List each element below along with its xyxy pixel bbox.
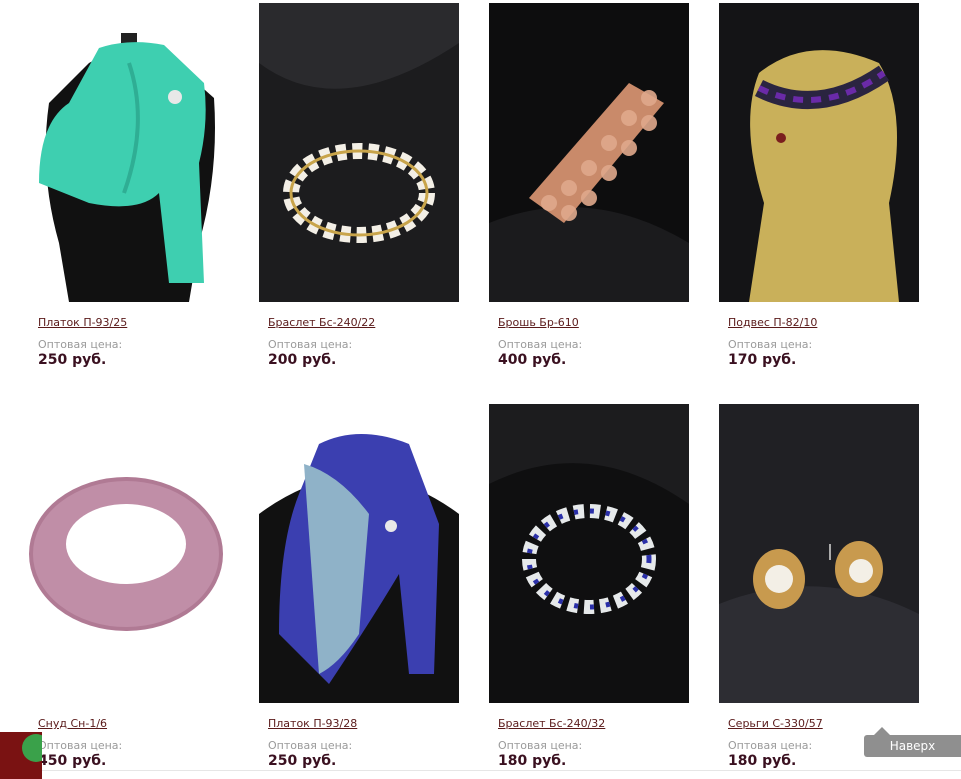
pearl-blue-bracelet-image <box>489 404 689 703</box>
product-image[interactable] <box>259 3 459 302</box>
product-price: 250 руб. <box>268 753 337 769</box>
product-price: 450 руб. <box>38 753 107 769</box>
product-image[interactable] <box>29 404 229 703</box>
product-image[interactable] <box>719 3 919 302</box>
product-title[interactable]: Платок П-93/28 <box>268 717 357 730</box>
product-image[interactable] <box>489 404 689 703</box>
product-price: 180 руб. <box>498 753 567 769</box>
product-price: 170 руб. <box>728 352 797 368</box>
product-price: 400 руб. <box>498 352 567 368</box>
pearl-earrings-image <box>719 404 919 703</box>
product-price: 250 руб. <box>38 352 107 368</box>
product-price: 180 руб. <box>728 753 797 769</box>
product-image[interactable] <box>29 3 229 302</box>
price-label: Оптовая цена: <box>268 739 353 752</box>
price-label: Оптовая цена: <box>498 739 583 752</box>
product-grid: Платок П-93/25 Оптовая цена: 250 руб. Бр… <box>0 0 961 779</box>
product-title[interactable]: Брошь Бр-610 <box>498 316 579 329</box>
teal-scarf-image <box>29 3 229 302</box>
price-label: Оптовая цена: <box>728 739 813 752</box>
chat-widget-button[interactable] <box>0 732 42 779</box>
product-title[interactable]: Браслет Бс-240/32 <box>498 717 605 730</box>
pink-snood-image <box>29 404 229 703</box>
price-label: Оптовая цена: <box>38 338 123 351</box>
product-image[interactable] <box>719 404 919 703</box>
blue-scarf-image <box>259 404 459 703</box>
product-image[interactable] <box>489 3 689 302</box>
product-title[interactable]: Браслет Бс-240/22 <box>268 316 375 329</box>
product-title[interactable]: Подвес П-82/10 <box>728 316 817 329</box>
product-title[interactable]: Платок П-93/25 <box>38 316 127 329</box>
pearl-bracelet-image <box>259 3 459 302</box>
footer-divider <box>0 770 961 771</box>
price-label: Оптовая цена: <box>728 338 813 351</box>
product-title[interactable]: Снуд Сн-1/6 <box>38 717 107 730</box>
product-title[interactable]: Серьги С-330/57 <box>728 717 823 730</box>
price-label: Оптовая цена: <box>38 739 123 752</box>
price-label: Оптовая цена: <box>498 338 583 351</box>
leaf-icon <box>22 734 42 762</box>
product-price: 200 руб. <box>268 352 337 368</box>
price-label: Оптовая цена: <box>268 338 353 351</box>
choker-bust-image <box>719 3 919 302</box>
scroll-to-top-button[interactable]: Наверх <box>864 727 961 757</box>
copper-brooch-image <box>489 3 689 302</box>
product-image[interactable] <box>259 404 459 703</box>
